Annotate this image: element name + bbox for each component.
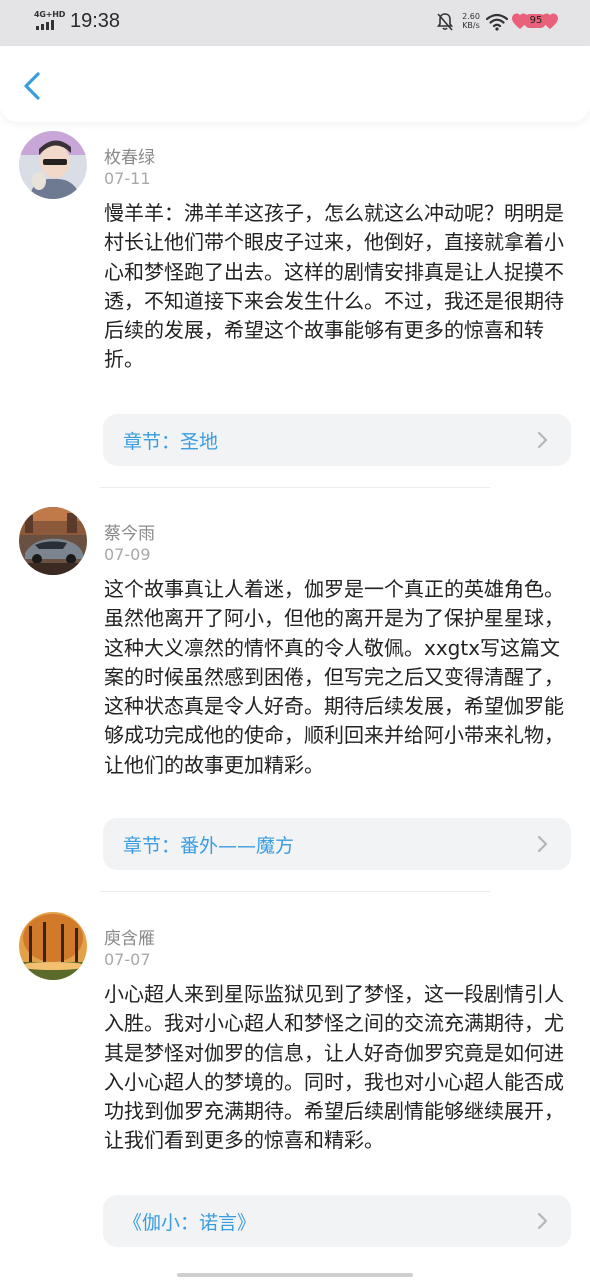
battery-level: 95 bbox=[529, 15, 543, 26]
chapter-link-label: 章节：番外——魔方 bbox=[123, 835, 295, 857]
network-type: 4G+HD bbox=[34, 10, 66, 19]
status-time: 19:38 bbox=[70, 10, 121, 32]
chapter-link-label: 章节：圣地 bbox=[123, 431, 219, 453]
chevron-left-icon bbox=[24, 72, 40, 100]
chevron-right-icon bbox=[537, 835, 548, 853]
status-bar: 4G+HD 19:38 2.60 KB/s 95 bbox=[0, 0, 590, 46]
avatar[interactable] bbox=[19, 507, 87, 575]
avatar[interactable] bbox=[19, 912, 87, 980]
comment-username: 蔡今雨 bbox=[104, 524, 155, 544]
chapter-link-label: 《伽小：诺言》 bbox=[123, 1212, 257, 1234]
comment-text: 小心超人来到星际监狱见到了梦怪，这一段剧情引人入胜。我对小心超人和梦怪之间的交流… bbox=[104, 982, 564, 1153]
chapter-link[interactable]: 《伽小：诺言》 bbox=[103, 1195, 571, 1247]
comment-username: 庾含雁 bbox=[104, 929, 155, 949]
chevron-right-icon bbox=[537, 1212, 548, 1230]
divider bbox=[100, 487, 490, 488]
cellular-signal-icon: 4G+HD bbox=[34, 10, 66, 34]
network-speed: 2.60 KB/s bbox=[458, 12, 484, 30]
comment-text: 慢羊羊：沸羊羊这孩子，怎么就这么冲动呢？明明是村长让他们带个眼皮子过来，他倒好，… bbox=[104, 201, 564, 372]
back-button[interactable] bbox=[14, 66, 50, 106]
notifications-muted-icon bbox=[436, 13, 454, 31]
network-speed-unit: KB/s bbox=[462, 21, 480, 30]
chapter-link[interactable]: 章节：圣地 bbox=[103, 414, 571, 466]
comment-text: 这个故事真让人着迷，伽罗是一个真正的英雄角色。虽然他离开了阿小，但他的离开是为了… bbox=[104, 577, 564, 777]
comment-username: 枚春绿 bbox=[104, 148, 155, 168]
avatar[interactable] bbox=[19, 131, 87, 199]
wifi-icon bbox=[486, 13, 508, 31]
comment-date: 07-07 bbox=[104, 950, 151, 969]
comment-date: 07-09 bbox=[104, 545, 151, 564]
chapter-link[interactable]: 章节：番外——魔方 bbox=[103, 818, 571, 870]
home-indicator[interactable] bbox=[177, 1273, 413, 1277]
network-speed-value: 2.60 bbox=[462, 12, 480, 21]
chevron-right-icon bbox=[537, 431, 548, 449]
top-bar bbox=[0, 46, 590, 122]
comment-date: 07-11 bbox=[104, 169, 151, 188]
divider bbox=[100, 891, 490, 892]
